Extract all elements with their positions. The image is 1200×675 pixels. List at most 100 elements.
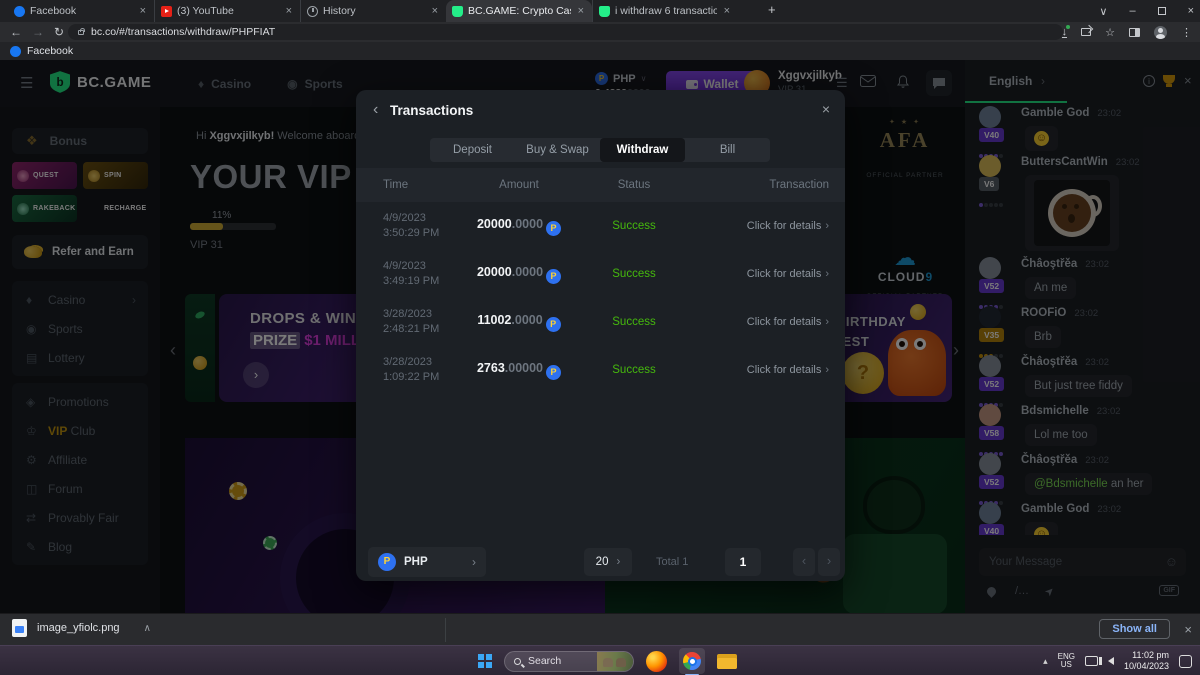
- address-bar[interactable]: bc.co/#/transactions/withdraw/PHPFIAT: [68, 24, 1063, 40]
- modal-close-icon[interactable]: ×: [822, 101, 830, 117]
- page-size-selector[interactable]: 20 ›: [584, 548, 632, 576]
- cell-status: Success: [579, 268, 689, 280]
- cell-status: Success: [579, 220, 689, 232]
- tab-title: (3) YouTube: [177, 5, 279, 17]
- cell-amount: 11002.0000P: [459, 313, 579, 332]
- tab-close-icon[interactable]: ×: [576, 5, 586, 17]
- browser-tab[interactable]: BC.GAME: Crypto Casino Games ×: [446, 0, 592, 22]
- current-page-number[interactable]: 1: [725, 548, 761, 576]
- cell-details-link[interactable]: Click for details›: [689, 268, 845, 280]
- php-coin-icon: P: [378, 553, 396, 571]
- page-size-value: 20: [596, 556, 609, 568]
- minimize-button[interactable]: –: [1129, 5, 1135, 17]
- table-row: 4/9/20233:50:29 PM 20000.0000P Success C…: [356, 202, 845, 250]
- cell-details-link[interactable]: Click for details›: [689, 364, 845, 376]
- image-file-icon: [12, 619, 27, 637]
- tab-label: Deposit: [453, 144, 492, 156]
- chevron-right-icon: ›: [825, 268, 829, 280]
- transaction-tabs: Deposit Buy & Swap Withdraw Bill: [430, 138, 770, 162]
- php-coin-icon: P: [546, 365, 561, 380]
- new-tab-button[interactable]: +: [762, 2, 782, 17]
- start-button[interactable]: [478, 654, 492, 668]
- tab-title: History: [323, 5, 425, 17]
- column-transaction: Transaction: [689, 179, 845, 191]
- system-tray: ▴ ENGUS 11:02 pm10/04/2023: [1043, 646, 1192, 675]
- tab-close-icon[interactable]: ×: [284, 5, 294, 17]
- browser-tab[interactable]: History ×: [300, 0, 446, 22]
- chevron-right-icon: ›: [825, 316, 829, 328]
- cell-status: Success: [579, 316, 689, 328]
- tab-close-icon[interactable]: ×: [138, 5, 148, 17]
- speaker-icon[interactable]: [1108, 657, 1114, 665]
- transaction-tab[interactable]: Withdraw: [600, 138, 685, 162]
- tab-label: Bill: [720, 144, 735, 156]
- taskbar-clock[interactable]: 11:02 pm10/04/2023: [1124, 650, 1169, 672]
- chrome-icon[interactable]: [679, 648, 705, 674]
- tab-title: Facebook: [30, 5, 133, 17]
- profile-avatar-icon[interactable]: [1154, 26, 1167, 39]
- notification-center-icon[interactable]: [1179, 655, 1192, 668]
- downloaded-file-chip[interactable]: image_yfiolc.png ∧: [12, 619, 151, 637]
- downloads-icon[interactable]: ↓: [1062, 27, 1068, 38]
- back-button[interactable]: ←: [10, 25, 22, 39]
- modal-back-icon[interactable]: ‹: [373, 101, 378, 119]
- file-explorer-icon[interactable]: [717, 654, 737, 669]
- cell-time: 3/28/20232:48:21 PM: [356, 307, 459, 337]
- tab-list: Facebook × (3) YouTube × History ×: [8, 0, 738, 22]
- download-options-icon[interactable]: ∧: [144, 623, 151, 634]
- restore-button[interactable]: [1158, 7, 1166, 15]
- search-highlight-image: [597, 651, 633, 672]
- hidden-icons-chevron[interactable]: ▴: [1043, 656, 1048, 667]
- url-text: bc.co/#/transactions/withdraw/PHPFIAT: [91, 26, 275, 38]
- bookmark-label: Facebook: [27, 45, 73, 57]
- language-indicator[interactable]: ENGUS: [1058, 653, 1075, 669]
- search-placeholder: Search: [528, 655, 597, 667]
- cell-details-link[interactable]: Click for details›: [689, 316, 845, 328]
- tab-close-icon[interactable]: ×: [722, 5, 732, 17]
- column-amount: Amount: [459, 179, 579, 191]
- browser-menu-icon[interactable]: ⋮: [1181, 26, 1192, 39]
- share-icon[interactable]: [1081, 28, 1091, 36]
- browser-tab[interactable]: i withdraw 6 transaction 3 of the ×: [592, 0, 738, 22]
- browser-tab[interactable]: Facebook ×: [8, 0, 154, 22]
- bookmark-facebook[interactable]: Facebook: [10, 45, 73, 57]
- transaction-tab[interactable]: Bill: [685, 138, 770, 162]
- cell-amount: 20000.0000P: [459, 265, 579, 284]
- show-all-downloads-button[interactable]: Show all: [1099, 619, 1170, 639]
- taskbar-search-box[interactable]: Search: [504, 651, 634, 672]
- web-page: ☰ b BC.GAME ♦ Casino ◉ Spo: [0, 60, 1200, 613]
- download-shelf-close-icon[interactable]: ×: [1184, 622, 1192, 637]
- transaction-tab[interactable]: Buy & Swap: [515, 138, 600, 162]
- tab-close-icon[interactable]: ×: [430, 5, 440, 17]
- tab-search-icon[interactable]: ∨: [1099, 5, 1107, 18]
- pagination-next-button[interactable]: ›: [818, 548, 840, 576]
- forward-button[interactable]: →: [32, 25, 44, 39]
- currency-filter-dropdown[interactable]: P PHP ›: [368, 547, 486, 577]
- cell-details-link[interactable]: Click for details›: [689, 220, 845, 232]
- bookmark-star-icon[interactable]: ☆: [1105, 26, 1115, 39]
- tab-title: i withdraw 6 transaction 3 of the: [615, 5, 717, 17]
- close-window-button[interactable]: ×: [1188, 5, 1194, 17]
- browser-tab[interactable]: (3) YouTube ×: [154, 0, 300, 22]
- tab-favicon-icon: [161, 6, 172, 17]
- display-icon[interactable]: [1085, 656, 1098, 666]
- side-panel-icon[interactable]: [1129, 28, 1140, 37]
- pagination-prev-button[interactable]: ‹: [793, 548, 815, 576]
- tab-favicon-icon: [452, 6, 463, 17]
- cell-amount: 2763.00000P: [459, 361, 579, 380]
- table-header: Time Amount Status Transaction: [356, 168, 845, 202]
- transaction-tab[interactable]: Deposit: [430, 138, 515, 162]
- reload-button[interactable]: ↻: [54, 25, 64, 39]
- table-row: 3/28/20231:09:22 PM 2763.00000P Success …: [356, 346, 845, 394]
- download-shelf: image_yfiolc.png ∧ Show all ×: [0, 613, 1200, 645]
- bookmarks-bar: Facebook: [0, 42, 1200, 60]
- cell-time: 4/9/20233:50:29 PM: [356, 211, 459, 241]
- chevron-right-icon: ›: [825, 364, 829, 376]
- firefox-icon[interactable]: [646, 651, 667, 672]
- facebook-icon: [10, 46, 21, 57]
- table-row: 3/28/20232:48:21 PM 11002.0000P Success …: [356, 298, 845, 346]
- download-filename: image_yfiolc.png: [37, 622, 120, 634]
- modal-footer: P PHP › 20 › Total 1 1 ‹ ›: [356, 545, 845, 581]
- tab-favicon-icon: [599, 6, 610, 17]
- cell-amount: 20000.0000P: [459, 217, 579, 236]
